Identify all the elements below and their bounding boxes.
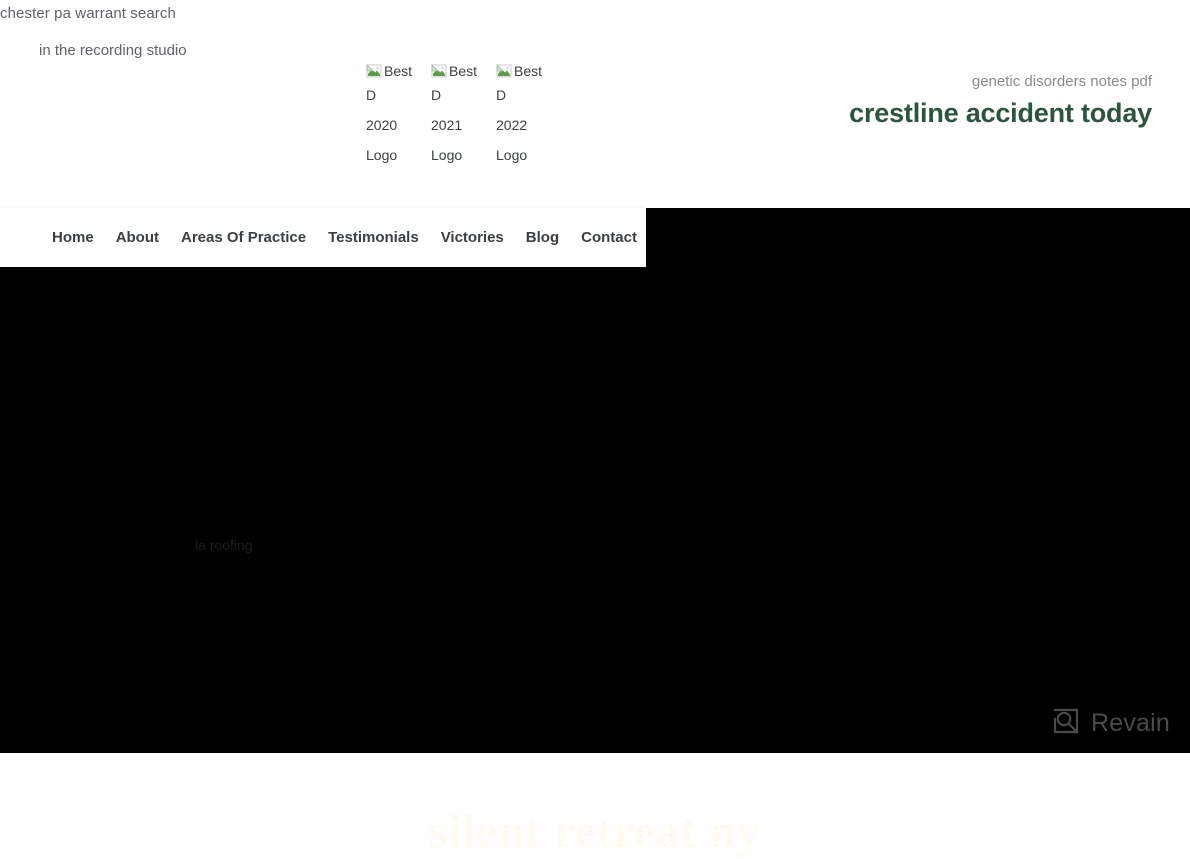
nav-item-victories[interactable]: Victories bbox=[441, 229, 504, 246]
nav-item-about[interactable]: About bbox=[116, 229, 159, 246]
hero-section: la roofing silent retreat ny Revain bbox=[0, 208, 1190, 858]
award-badge-line2: D bbox=[496, 87, 507, 103]
keyword-text-hero: la roofing bbox=[195, 537, 253, 553]
keyword-text-top-left: chester pa warrant search bbox=[0, 5, 176, 22]
broken-image-icon bbox=[366, 63, 382, 79]
award-badge-line3: 2020 bbox=[366, 117, 398, 133]
award-badge-2022[interactable]: Best D 2022 Logo bbox=[496, 62, 561, 170]
nav-item-testimonials[interactable]: Testimonials bbox=[328, 229, 419, 246]
award-badge-line3: 2022 bbox=[496, 117, 528, 133]
broken-image-icon bbox=[496, 63, 512, 79]
award-badge-line4: Logo bbox=[496, 147, 528, 163]
broken-image-icon bbox=[431, 63, 447, 79]
main-navigation-bar: Home About Areas Of Practice Testimonial… bbox=[0, 208, 646, 267]
site-title: crestline accident today bbox=[849, 98, 1152, 128]
revain-watermark: Revain bbox=[1051, 706, 1170, 741]
award-badge-line4: Logo bbox=[431, 147, 463, 163]
nav-item-blog[interactable]: Blog bbox=[526, 229, 559, 246]
nav-item-areas-of-practice[interactable]: Areas Of Practice bbox=[181, 229, 306, 246]
nav-item-contact[interactable]: Contact bbox=[581, 229, 637, 246]
nav-item-home[interactable]: Home bbox=[52, 229, 94, 246]
keyword-text-right-small: genetic disorders notes pdf bbox=[971, 73, 1152, 90]
award-badge-2020[interactable]: Best D 2020 Logo bbox=[366, 62, 431, 170]
award-badge-line3: 2021 bbox=[431, 117, 463, 133]
revain-watermark-text: Revain bbox=[1090, 709, 1170, 737]
award-badge-2021[interactable]: Best D 2021 Logo bbox=[431, 62, 496, 170]
keyword-text-secondary: in the recording studio bbox=[39, 42, 187, 59]
award-badge-line1: Best bbox=[449, 63, 478, 79]
header-white-area: chester pa warrant search in the recordi… bbox=[0, 0, 1190, 208]
revain-logo-icon bbox=[1051, 706, 1081, 741]
hero-title: silent retreat ny bbox=[429, 805, 761, 858]
award-badge-line2: D bbox=[366, 87, 377, 103]
award-badge-line1: Best bbox=[384, 63, 413, 79]
award-badge-line2: D bbox=[431, 87, 442, 103]
award-badges-group: Best D 2020 Logo Best D 2021 Logo Best D… bbox=[366, 62, 561, 170]
award-badge-line1: Best bbox=[514, 63, 543, 79]
nav-items-list: Home About Areas Of Practice Testimonial… bbox=[52, 208, 637, 267]
award-badge-line4: Logo bbox=[366, 147, 398, 163]
